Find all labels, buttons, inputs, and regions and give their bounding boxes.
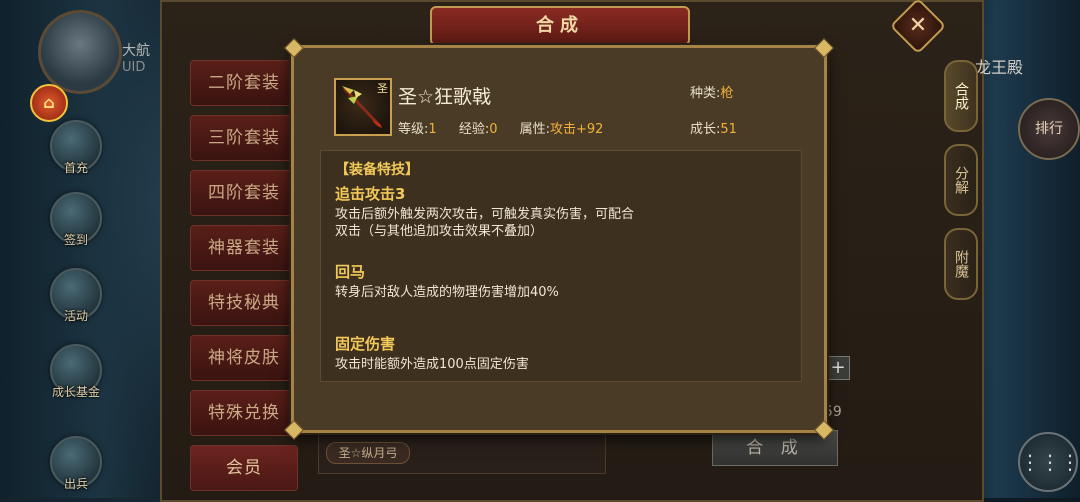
menu-item-member[interactable]: 会员 bbox=[190, 445, 298, 491]
attr-label: 属性: bbox=[519, 122, 551, 137]
more-menu-button[interactable]: ⋮⋮⋮ bbox=[1018, 432, 1080, 492]
holy-tag: 圣 bbox=[377, 82, 388, 95]
menu-item-skill-manual[interactable]: 特技秘典 bbox=[190, 280, 298, 326]
left-menu: 二阶套装 三阶套装 四阶套装 神器套装 特技秘典 神将皮肤 特殊兑换 会员 bbox=[190, 60, 298, 500]
growth-fund-icon[interactable]: 成长基金 bbox=[50, 344, 102, 399]
menu-item-tier4-set[interactable]: 四阶套装 bbox=[190, 170, 298, 216]
attr-stat: 属性:攻击+92 bbox=[520, 122, 604, 137]
growth-stat: 成长:51 bbox=[690, 118, 737, 137]
item-kind: 种类:枪 bbox=[690, 82, 733, 101]
skills-panel: 【装备特技】 追击攻击3 攻击后额外触发两次攻击，可触发真实伤害，可配合 双击（… bbox=[320, 150, 802, 382]
ranking-button[interactable]: 排行 bbox=[1018, 98, 1080, 160]
first-recharge-icon[interactable]: 首充 bbox=[50, 120, 102, 175]
right-tabs: 合成 分解 附魔 bbox=[944, 60, 978, 312]
exp-value: 0 bbox=[489, 122, 498, 137]
skill-description: 攻击时能额外造成100点固定伤害 bbox=[335, 357, 529, 372]
menu-item-tier3-set[interactable]: 三阶套装 bbox=[190, 115, 298, 161]
close-icon: ✕ bbox=[908, 13, 928, 38]
skills-header: 【装备特技】 bbox=[335, 162, 419, 178]
kind-value: 枪 bbox=[720, 86, 734, 101]
item-name: 圣☆狂歌戟 bbox=[398, 86, 492, 108]
level-label: 等级: bbox=[398, 122, 429, 137]
menu-item-artifact-set[interactable]: 神器套装 bbox=[190, 225, 298, 271]
growth-value: 51 bbox=[720, 122, 737, 137]
player-name: 大航 bbox=[122, 43, 150, 59]
growth-label: 成长: bbox=[690, 122, 721, 137]
exp-stat: 经验:0 bbox=[459, 122, 498, 137]
tab-enchant[interactable]: 附魔 bbox=[944, 228, 978, 300]
item-stats: 等级:1 经验:0 属性:攻击+92 bbox=[398, 118, 621, 137]
menu-item-special-exchange[interactable]: 特殊兑换 bbox=[190, 390, 298, 436]
exp-label: 经验: bbox=[458, 122, 490, 137]
window-title: 合成 bbox=[430, 6, 690, 46]
level-stat: 等级:1 bbox=[398, 122, 437, 137]
player-uid: UID bbox=[122, 60, 146, 75]
activity-icon[interactable]: 活动 bbox=[50, 268, 102, 323]
skill-name: 追击攻击3 bbox=[335, 185, 406, 203]
skill-entry: 回马 转身后对敌人造成的物理伤害增加40% bbox=[335, 261, 785, 301]
sign-in-icon[interactable]: 签到 bbox=[50, 192, 102, 247]
skill-entry: 追击攻击3 攻击后额外触发两次攻击，可触发真实伤害，可配合 双击（与其他追加攻击… bbox=[335, 183, 785, 240]
tab-decompose[interactable]: 分解 bbox=[944, 144, 978, 216]
sign-in-label: 签到 bbox=[63, 233, 88, 247]
skill-entry: 固定伤害 攻击时能额外造成100点固定伤害 bbox=[335, 333, 785, 373]
dragon-palace-title: 龙王殿 bbox=[975, 58, 1024, 77]
dispatch-label: 出兵 bbox=[63, 477, 88, 491]
menu-item-tier2-set[interactable]: 二阶套装 bbox=[190, 60, 298, 106]
skill-name: 固定伤害 bbox=[335, 335, 396, 353]
skill-description: 转身后对敌人造成的物理伤害增加40% bbox=[335, 285, 559, 300]
activity-label: 活动 bbox=[63, 309, 88, 323]
avatar[interactable] bbox=[38, 10, 122, 94]
level-value: 1 bbox=[428, 122, 437, 137]
menu-item-general-skin[interactable]: 神将皮肤 bbox=[190, 335, 298, 381]
tab-synthesize[interactable]: 合成 bbox=[944, 60, 978, 132]
skill-name: 回马 bbox=[335, 263, 366, 281]
dispatch-icon[interactable]: 出兵 bbox=[50, 436, 102, 491]
skill-description: 攻击后额外触发两次攻击，可触发真实伤害，可配合 双击（与其他追加攻击效果不叠加） bbox=[335, 207, 635, 239]
spear-icon: 圣 bbox=[334, 78, 392, 136]
kind-label: 种类: bbox=[690, 86, 721, 101]
increase-button[interactable]: + bbox=[826, 356, 850, 380]
material-item-tag[interactable]: 圣☆纵月弓 bbox=[326, 442, 410, 464]
growth-fund-label: 成长基金 bbox=[51, 385, 100, 399]
item-detail-popup: 圣 圣☆狂歌戟 种类:枪 等级:1 经验:0 属性:攻击+92 成长:51 【装… bbox=[284, 38, 834, 440]
first-recharge-label: 首充 bbox=[63, 161, 88, 175]
vip-badge-icon[interactable]: ⌂ bbox=[30, 84, 68, 122]
attr-value: 攻击+92 bbox=[550, 122, 604, 137]
